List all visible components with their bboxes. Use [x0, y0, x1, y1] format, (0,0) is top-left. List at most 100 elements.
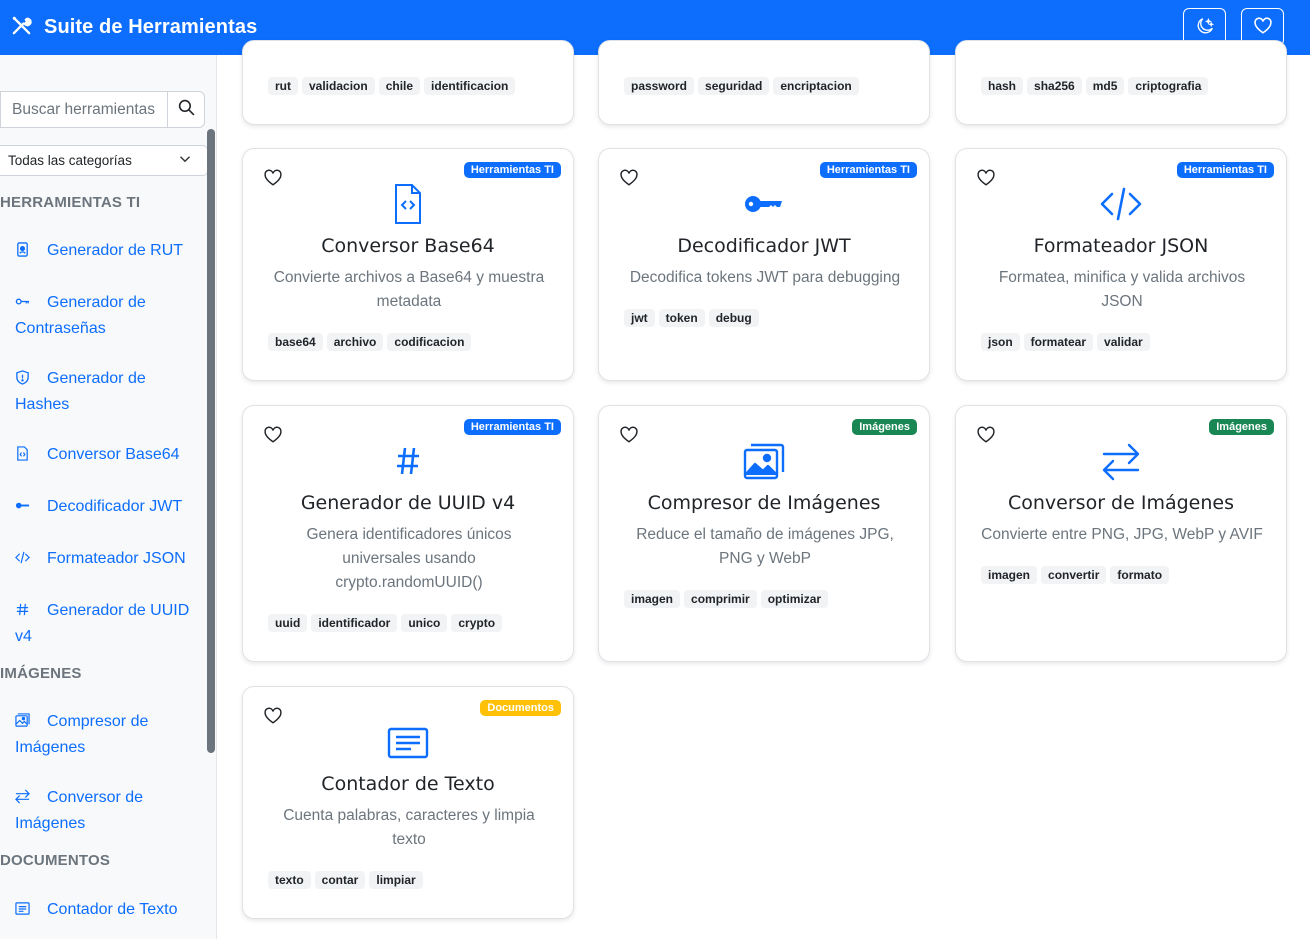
sidebar-item-label: Conversor Base64: [47, 446, 180, 463]
tag: criptografia: [1128, 77, 1209, 95]
tag: imagen: [981, 566, 1038, 584]
tag: convertir: [1041, 566, 1107, 584]
hash-icon: [15, 601, 35, 625]
tag: json: [981, 333, 1020, 351]
arrow-left-right-icon: [15, 788, 35, 812]
sidebar-item-rut[interactable]: Generador de RUT: [15, 239, 195, 265]
tool-card-json[interactable]: Herramientas TI Formateador JSON Formate…: [955, 148, 1287, 381]
tool-card-partial[interactable]: rut validacion chile identificacion: [242, 40, 574, 125]
tag-list: texto contar limpiar: [268, 871, 423, 889]
tool-card-contador[interactable]: Documentos Contador de Texto Cuenta pala…: [242, 686, 574, 919]
heart-icon: [264, 707, 282, 729]
key-icon: [599, 193, 929, 215]
search-input[interactable]: [0, 91, 167, 128]
category-badge: Documentos: [480, 700, 561, 716]
tool-card-compresor[interactable]: Imágenes Compresor de Imágenes Reduce el…: [598, 405, 930, 662]
card-title: Generador de UUID v4: [300, 492, 516, 514]
sidebar-item-label: Formateador JSON: [47, 550, 186, 567]
sidebar-item-label: Compresor de Imágenes: [15, 713, 149, 756]
tag: seguridad: [698, 77, 770, 95]
category-select[interactable]: Todas las categorías: [0, 145, 208, 176]
tag: debug: [708, 309, 759, 327]
tool-card-partial[interactable]: hash sha256 md5 criptografia: [955, 40, 1287, 125]
heart-icon: [620, 169, 638, 191]
category-badge: Imágenes: [852, 419, 917, 435]
search-button[interactable]: [167, 91, 205, 128]
category-select-value: Todas las categorías: [8, 153, 132, 168]
tag: texto: [268, 871, 311, 889]
tag: base64: [268, 333, 323, 351]
tool-card-base64[interactable]: Herramientas TI Conversor Base64 Convier…: [242, 148, 574, 381]
tool-card-conversor-img[interactable]: Imágenes Conversor de Imágenes Convierte…: [955, 405, 1287, 662]
tag: contar: [314, 871, 366, 889]
sidebar-item-base64[interactable]: Conversor Base64: [15, 443, 195, 469]
tag-list: json formatear validar: [981, 333, 1150, 351]
card-description: Genera identificadores únicos universale…: [306, 526, 512, 591]
tag: hash: [981, 77, 1024, 95]
app-title: Suite de Herramientas: [44, 16, 258, 38]
chevron-down-icon: [179, 153, 191, 168]
tag-list: base64 archivo codificacion: [268, 333, 472, 351]
sidebar-item-json[interactable]: Formateador JSON: [15, 547, 195, 573]
tag: comprimir: [684, 590, 757, 608]
key-icon: [15, 293, 35, 317]
tag: limpiar: [369, 871, 423, 889]
tag: optimizar: [760, 590, 829, 608]
card-description: Reduce el tamaño de imágenes JPG, PNG y …: [636, 526, 894, 567]
sidebar-item-compresor[interactable]: Compresor de Imágenes: [15, 710, 195, 760]
tag: rut: [268, 77, 298, 95]
code-slash-icon: [956, 186, 1286, 222]
favorite-button[interactable]: [263, 426, 283, 448]
card-description: Cuenta palabras, caracteres y limpia tex…: [283, 807, 535, 848]
sidebar-item-label: Contador de Texto: [47, 901, 178, 918]
tag-list: uuid identificador unico crypto: [268, 614, 503, 632]
heart-icon: [1253, 17, 1272, 38]
tag: formato: [1110, 566, 1170, 584]
moon-stars-icon: [1196, 17, 1214, 38]
card-title: Formateador JSON: [1033, 235, 1209, 257]
tools-icon: [10, 14, 33, 41]
category-badge: Imágenes: [1209, 419, 1274, 435]
tag: password: [624, 77, 695, 95]
tag-list: rut validacion chile identificacion: [268, 77, 516, 95]
category-badge: Herramientas TI: [1176, 162, 1274, 178]
tag: validar: [1097, 333, 1150, 351]
tag: chile: [378, 77, 421, 95]
brand[interactable]: Suite de Herramientas: [10, 14, 257, 41]
file-code-icon: [15, 445, 35, 469]
tag: archivo: [326, 333, 384, 351]
favorite-button[interactable]: [619, 169, 639, 191]
sidebar-item-contador[interactable]: Contador de Texto: [15, 898, 195, 924]
tag: identificador: [311, 614, 398, 632]
tool-card-jwt[interactable]: Herramientas TI Decodificador JWT Decodi…: [598, 148, 930, 381]
card-title: Conversor Base64: [321, 235, 495, 257]
search-icon: [178, 99, 195, 120]
sidebar-item-hashes[interactable]: Generador de Hashes: [15, 367, 195, 417]
person-badge-icon: [15, 241, 35, 265]
favorite-button[interactable]: [263, 707, 283, 729]
sidebar-scrollbar[interactable]: [207, 129, 215, 753]
heart-icon: [264, 426, 282, 448]
tool-card-partial[interactable]: password seguridad encriptacion: [598, 40, 930, 125]
tag: imagen: [624, 590, 681, 608]
tag: identificacion: [424, 77, 516, 95]
text-lines-icon: [15, 900, 35, 924]
hash-icon: [243, 446, 573, 476]
sidebar-item-label: Generador de RUT: [47, 242, 184, 259]
code-slash-icon: [15, 549, 35, 573]
tag-list: password seguridad encriptacion: [624, 77, 859, 95]
sidebar-item-conversor-img[interactable]: Conversor de Imágenes: [15, 786, 195, 836]
tag: sha256: [1027, 77, 1082, 95]
sidebar-item-uuid[interactable]: Generador de UUID v4: [15, 599, 195, 649]
category-badge: Herramientas TI: [463, 162, 561, 178]
tool-card-uuid[interactable]: Herramientas TI Generador de UUID v4 Gen…: [242, 405, 574, 662]
tag: unico: [401, 614, 448, 632]
tag-list: hash sha256 md5 criptografia: [981, 77, 1209, 95]
sidebar-item-jwt[interactable]: Decodificador JWT: [15, 495, 195, 521]
section-header-imagenes: IMÁGENES: [0, 665, 82, 682]
images-icon: [599, 442, 929, 480]
card-title: Decodificador JWT: [677, 235, 851, 257]
card-title: Contador de Texto: [321, 773, 495, 795]
sidebar-item-contrasenas[interactable]: Generador de Contraseñas: [15, 291, 195, 341]
shield-icon: [15, 369, 35, 393]
